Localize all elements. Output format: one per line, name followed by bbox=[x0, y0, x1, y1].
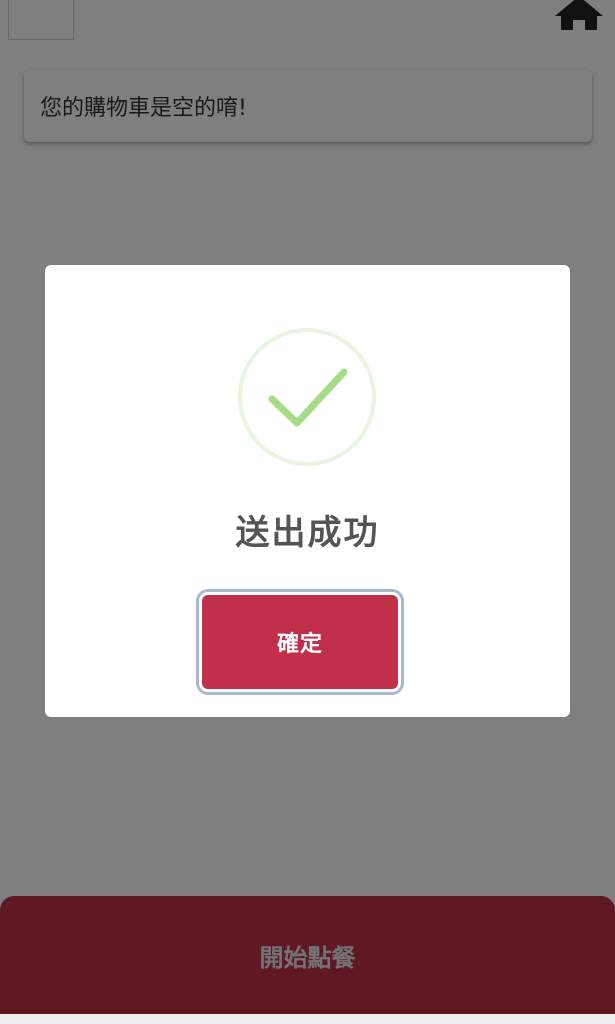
confirm-label: 確定 bbox=[276, 632, 323, 657]
confirm-button[interactable]: 確定 bbox=[202, 595, 398, 689]
success-dialog: 送出成功 確定 bbox=[45, 265, 570, 717]
dialog-title: 送出成功 bbox=[235, 513, 380, 553]
success-check-icon bbox=[237, 327, 377, 467]
bottom-strip bbox=[0, 1014, 615, 1024]
